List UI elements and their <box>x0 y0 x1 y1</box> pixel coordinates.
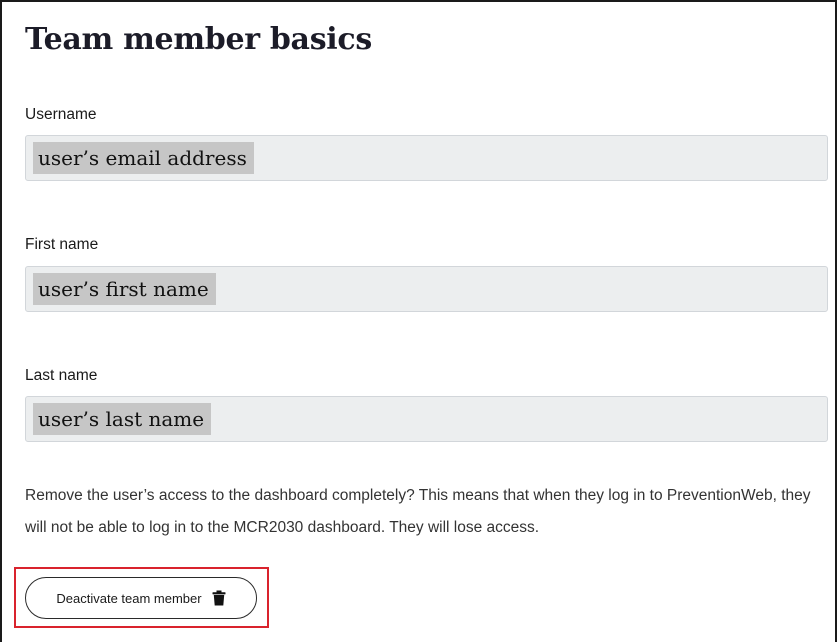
username-value: user’s email address <box>33 142 254 174</box>
deactivate-button-label: Deactivate team member <box>56 590 202 606</box>
last-name-value: user’s last name <box>33 403 212 435</box>
username-label: Username <box>25 106 97 123</box>
page-title: Team member basics <box>25 22 372 57</box>
page-frame <box>0 0 837 642</box>
last-name-field[interactable]: user’s last name <box>25 396 828 442</box>
last-name-label: Last name <box>25 367 98 384</box>
trash-icon <box>212 590 226 606</box>
deactivate-team-member-button[interactable]: Deactivate team member <box>25 577 257 619</box>
username-field[interactable]: user’s email address <box>25 135 828 181</box>
first-name-label: First name <box>25 236 99 253</box>
first-name-field[interactable]: user’s first name <box>25 266 828 312</box>
deactivate-description: Remove the user’s access to the dashboar… <box>25 487 811 536</box>
first-name-value: user’s first name <box>33 273 216 305</box>
